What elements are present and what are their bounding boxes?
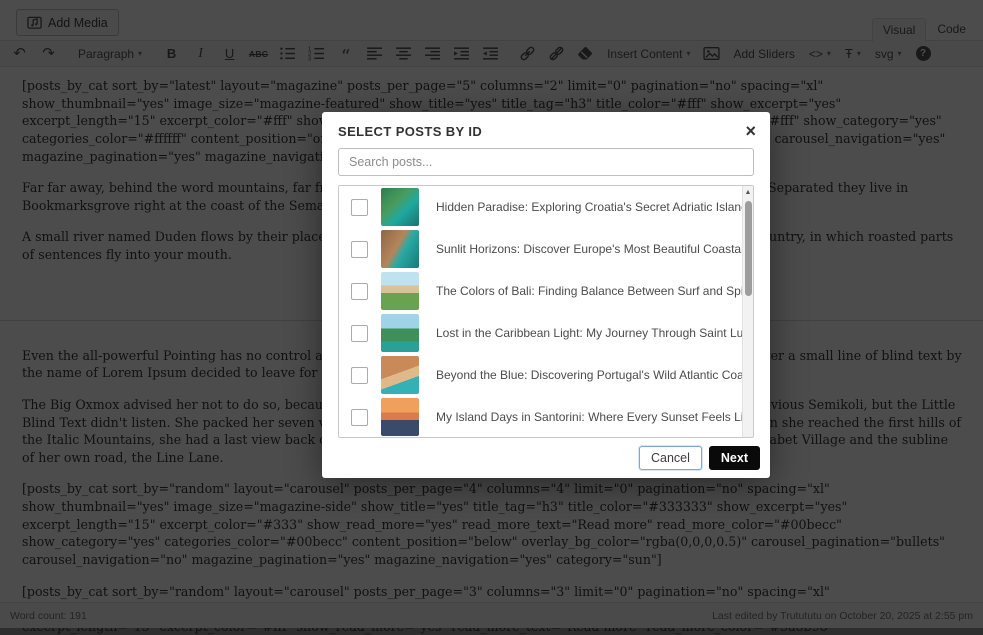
post-thumbnail	[381, 356, 419, 395]
post-thumbnail	[381, 314, 419, 353]
post-row[interactable]: Hidden Paradise: Exploring Croatia's Sec…	[339, 186, 753, 228]
post-title: Lost in the Caribbean Light: My Journey …	[436, 326, 753, 341]
posts-list-container: Hidden Paradise: Exploring Croatia's Sec…	[338, 185, 754, 438]
post-thumbnail	[381, 272, 419, 311]
scroll-up-icon[interactable]: ▲	[743, 186, 753, 196]
post-checkbox[interactable]	[351, 240, 368, 258]
post-thumbnail	[381, 188, 419, 227]
post-row[interactable]: Sunlit Horizons: Discover Europe's Most …	[339, 228, 753, 270]
next-button[interactable]: Next	[708, 446, 760, 470]
post-checkbox[interactable]	[351, 408, 368, 426]
wordpress-editor-page: Add Media Visual Code ↶ ↷ Paragraph ▾ B …	[0, 0, 983, 635]
modal-title: SELECT POSTS BY ID	[338, 123, 483, 139]
post-row[interactable]: Beyond the Blue: Discovering Portugal's …	[339, 354, 753, 396]
cancel-button[interactable]: Cancel	[638, 446, 702, 470]
post-title: Sunlit Horizons: Discover Europe's Most …	[436, 242, 753, 257]
post-title: My Island Days in Santorini: Where Every…	[436, 410, 753, 425]
post-row[interactable]: My Island Days in Santorini: Where Every…	[339, 396, 753, 437]
scrollbar[interactable]: ▲	[742, 186, 753, 437]
post-title: Hidden Paradise: Exploring Croatia's Sec…	[436, 200, 753, 215]
post-thumbnail	[381, 230, 419, 269]
select-posts-modal: SELECT POSTS BY ID × Hidden Paradise: Ex…	[322, 112, 770, 478]
modal-header: SELECT POSTS BY ID ×	[322, 112, 770, 146]
search-input[interactable]	[338, 148, 754, 177]
post-checkbox[interactable]	[351, 282, 368, 300]
post-thumbnail	[381, 398, 419, 437]
posts-list: Hidden Paradise: Exploring Croatia's Sec…	[339, 186, 753, 437]
scrollbar-thumb[interactable]	[745, 201, 752, 297]
post-checkbox[interactable]	[351, 198, 368, 216]
post-row[interactable]: The Colors of Bali: Finding Balance Betw…	[339, 270, 753, 312]
close-icon[interactable]: ×	[745, 122, 756, 140]
post-row[interactable]: Lost in the Caribbean Light: My Journey …	[339, 312, 753, 354]
post-checkbox[interactable]	[351, 324, 368, 342]
post-title: The Colors of Bali: Finding Balance Betw…	[436, 284, 753, 299]
post-checkbox[interactable]	[351, 366, 368, 384]
post-title: Beyond the Blue: Discovering Portugal's …	[436, 368, 753, 383]
modal-footer: Cancel Next	[322, 438, 770, 478]
